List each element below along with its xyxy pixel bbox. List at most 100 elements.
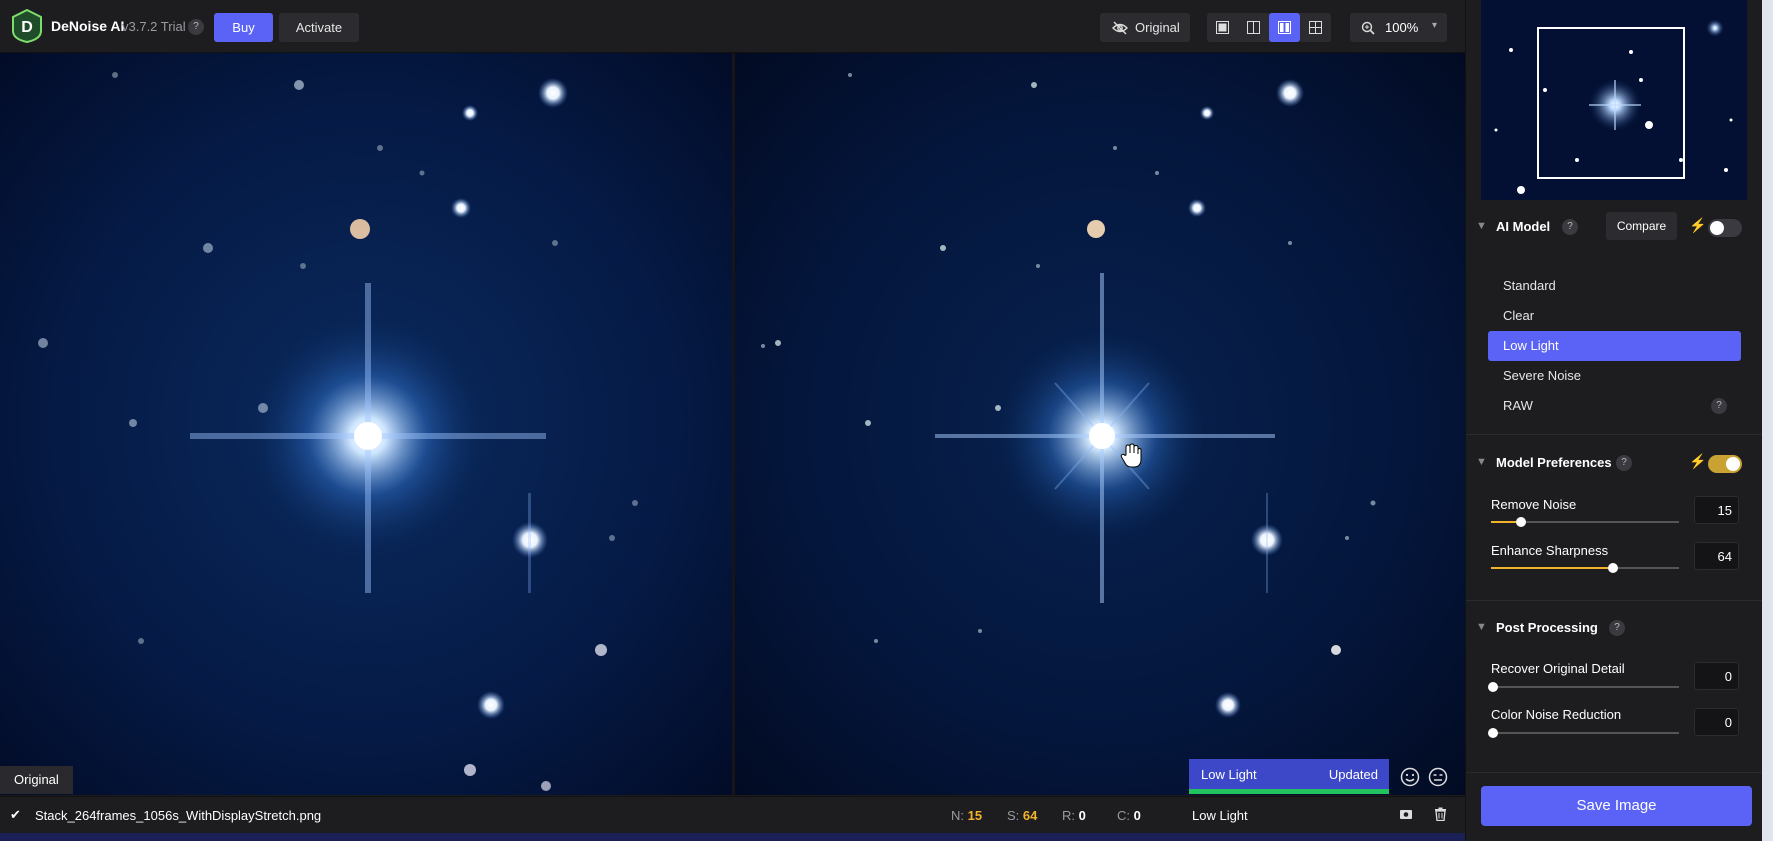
model-preferences-help-icon[interactable]: ? (1616, 455, 1632, 471)
color-noise-stat-value: 0 (1133, 808, 1141, 823)
sharpness-stat-label: S: (1007, 808, 1020, 823)
recover-stat-label: R: (1062, 808, 1075, 823)
post-processing-section-header[interactable]: ▼ Post Processing ? (1466, 613, 1773, 643)
sharpness-stat-value: 64 (1022, 808, 1038, 823)
processed-star-image (735, 53, 1465, 795)
chevron-down-icon: ▼ (1476, 621, 1487, 633)
noise-stat-label: N: (951, 808, 964, 823)
remove-noise-slider-handle[interactable] (1516, 517, 1527, 527)
model-preferences-title: Model Preferences (1496, 455, 1612, 470)
save-image-button[interactable]: Save Image (1481, 786, 1752, 826)
enhance-sharpness-slider-fill (1491, 567, 1612, 569)
sharpness-stat: S: 64 (1007, 808, 1037, 823)
recover-detail-value-input[interactable]: 0 (1694, 662, 1739, 690)
view-mode-group (1207, 13, 1331, 42)
model-option-clear[interactable]: Clear (1488, 301, 1741, 331)
denoise-logo: D (12, 9, 42, 43)
side-by-side-view-button[interactable] (1269, 13, 1300, 42)
original-star-image (0, 53, 732, 795)
model-option-raw[interactable]: RAW ? (1488, 391, 1741, 421)
color-noise-label: Color Noise Reduction (1491, 707, 1622, 722)
model-option-low-light[interactable]: Low Light (1488, 331, 1741, 361)
model-tag-status: Updated (1328, 767, 1378, 782)
image-viewer[interactable] (0, 53, 1465, 795)
remove-noise-slider[interactable] (1491, 517, 1679, 527)
single-view-button[interactable] (1207, 13, 1238, 42)
processed-image-pane[interactable] (735, 53, 1465, 795)
compare-button[interactable]: Compare (1606, 212, 1677, 240)
model-option-raw-label: RAW (1503, 398, 1533, 413)
model-tag-name: Low Light (1201, 767, 1257, 782)
post-processing-help-icon[interactable]: ? (1609, 620, 1625, 636)
activate-button[interactable]: Activate (279, 13, 359, 42)
chevron-down-icon: ▼ (1476, 456, 1487, 468)
split-view-button[interactable] (1238, 13, 1269, 42)
ai-model-help-icon[interactable]: ? (1562, 219, 1578, 235)
eye-slash-icon (1112, 21, 1128, 35)
svg-text:D: D (21, 19, 33, 36)
model-option-standard[interactable]: Standard (1488, 271, 1741, 301)
noise-stat: N: 15 (951, 808, 982, 823)
file-name[interactable]: Stack_264frames_1056s_WithDisplayStretch… (35, 808, 321, 823)
ai-model-title: AI Model (1496, 219, 1551, 234)
original-pane-label: Original (0, 766, 73, 794)
raw-help-icon[interactable]: ? (1711, 398, 1727, 414)
buy-button[interactable]: Buy (214, 13, 273, 42)
single-view-icon (1216, 21, 1229, 34)
color-noise-stat: C: 0 (1117, 808, 1141, 823)
chevron-down-icon: ▾ (1432, 20, 1438, 31)
side-by-side-icon (1278, 21, 1291, 34)
enhance-sharpness-slider[interactable] (1491, 563, 1679, 573)
noise-stat-value: 15 (967, 808, 983, 823)
zoom-dropdown[interactable]: 100% ▾ (1350, 13, 1447, 42)
remove-noise-label: Remove Noise (1491, 497, 1577, 512)
zoom-level: 100% (1385, 20, 1419, 35)
color-noise-value-input[interactable]: 0 (1694, 708, 1739, 736)
neutral-feedback-icon[interactable] (1428, 767, 1448, 787)
checkmark-icon[interactable]: ✔ (10, 807, 21, 823)
trash-icon[interactable] (1434, 807, 1447, 821)
remove-noise-value-input[interactable]: 15 (1694, 496, 1739, 524)
enhance-sharpness-slider-handle[interactable] (1608, 563, 1619, 573)
color-noise-stat-label: C: (1117, 808, 1130, 823)
hand-cursor-icon (1120, 443, 1142, 468)
app-version: v3.7.2 Trial (122, 19, 186, 34)
recover-stat: R: 0 (1062, 808, 1086, 823)
divider (1466, 434, 1773, 435)
grid-view-button[interactable] (1300, 13, 1331, 42)
recover-detail-label: Recover Original Detail (1491, 661, 1625, 676)
divider (1466, 600, 1773, 601)
auto-bolt-icon: ⚡ (1689, 453, 1707, 469)
processing-progress-bar (1189, 789, 1389, 794)
right-sidebar: ▼ AI Model ? Compare ⚡ Standard Clear Lo… (1465, 0, 1773, 841)
original-image-pane[interactable] (0, 53, 732, 795)
model-status-tag: Low Light Updated (1189, 759, 1389, 794)
color-noise-slider-handle[interactable] (1488, 728, 1498, 738)
background-window-edge (1762, 0, 1773, 841)
ai-model-auto-toggle[interactable] (1708, 219, 1742, 237)
zoom-in-icon (1361, 21, 1375, 35)
recover-detail-slider[interactable] (1488, 682, 1679, 692)
status-model-name: Low Light (1192, 808, 1248, 823)
grid-view-icon (1309, 21, 1322, 34)
post-processing-title: Post Processing (1496, 620, 1598, 635)
recover-stat-value: 0 (1078, 808, 1086, 823)
enhance-sharpness-value-input[interactable]: 64 (1694, 542, 1739, 570)
original-label: Original (1135, 20, 1180, 35)
color-noise-slider[interactable] (1488, 728, 1679, 738)
app-help-icon[interactable]: ? (188, 19, 204, 35)
original-toggle-button[interactable]: Original (1100, 13, 1190, 42)
recover-detail-slider-handle[interactable] (1488, 682, 1498, 692)
divider (1466, 772, 1773, 773)
app-name: DeNoise AI (51, 18, 125, 34)
navigator-thumbnail[interactable] (1481, 0, 1747, 200)
enhance-sharpness-label: Enhance Sharpness (1491, 543, 1609, 558)
model-preferences-auto-toggle[interactable] (1708, 455, 1742, 473)
top-toolbar: D DeNoise AI v3.7.2 Trial ? Buy Activate… (0, 0, 1465, 53)
navigator-viewport-box[interactable] (1537, 27, 1685, 179)
smile-feedback-icon[interactable] (1400, 767, 1420, 787)
auto-bolt-icon: ⚡ (1689, 217, 1707, 233)
model-option-severe-noise[interactable]: Severe Noise (1488, 361, 1741, 391)
chevron-down-icon: ▼ (1476, 220, 1487, 232)
camera-icon[interactable] (1399, 807, 1413, 821)
